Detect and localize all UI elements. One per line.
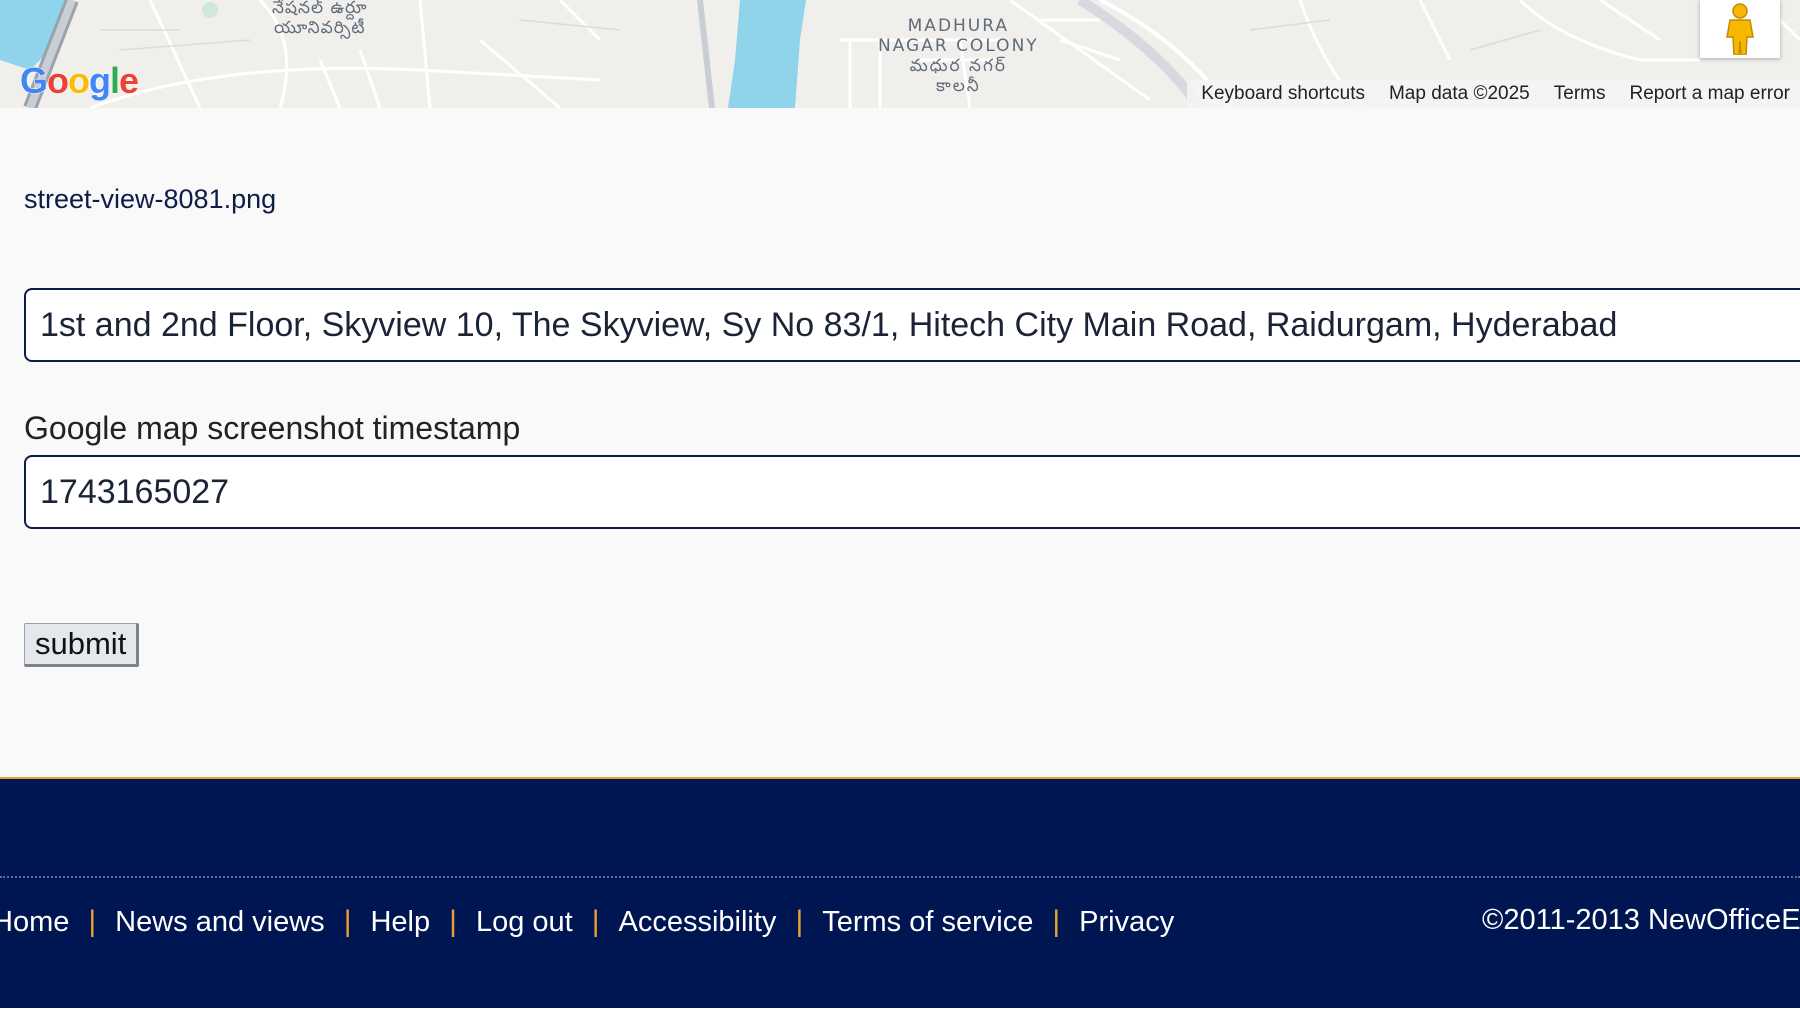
footer-link-privacy[interactable]: Privacy bbox=[1079, 906, 1174, 939]
map-label-line: MADHURA bbox=[907, 16, 1010, 36]
page: నేషనల్ ఉర్దూ యూనివర్సిటీ MADHURA NAGAR C… bbox=[0, 0, 1800, 1010]
map-label-madhura-nagar: MADHURA NAGAR COLONY మధుర నగర్ కాలనీ bbox=[878, 16, 1039, 96]
street-view-pegman-button[interactable] bbox=[1700, 0, 1780, 58]
report-map-error-link[interactable]: Report a map error bbox=[1629, 83, 1790, 105]
map-label-line: కాలనీ bbox=[935, 76, 981, 96]
footer-separator: | bbox=[88, 905, 97, 938]
footer-link-accessibility[interactable]: Accessibility bbox=[619, 906, 777, 939]
footer-separator: | bbox=[795, 905, 804, 938]
footer-link-terms[interactable]: Terms of service bbox=[822, 906, 1033, 939]
keyboard-shortcuts-link[interactable]: Keyboard shortcuts bbox=[1201, 83, 1365, 105]
timestamp-label: Google map screenshot timestamp bbox=[24, 410, 521, 446]
footer-separator: | bbox=[1052, 905, 1061, 938]
copyright-text: ©2011-2013 NewOfficeEurope bbox=[1482, 904, 1800, 936]
google-logo[interactable]: Google bbox=[19, 60, 139, 102]
map-terms-link[interactable]: Terms bbox=[1554, 83, 1606, 105]
file-name: street-view-8081.png bbox=[24, 184, 277, 214]
timestamp-input[interactable] bbox=[24, 455, 1800, 529]
site-footer: Home | News and views | Help | Log out |… bbox=[0, 777, 1800, 1010]
footer-link-home[interactable]: Home bbox=[0, 906, 69, 939]
footer-nav: Home | News and views | Help | Log out |… bbox=[0, 905, 1174, 939]
submit-button[interactable]: submit bbox=[24, 623, 140, 667]
form-area: street-view-8081.png Google map screensh… bbox=[0, 108, 1800, 777]
footer-separator: | bbox=[591, 905, 600, 938]
footer-separator: | bbox=[449, 905, 457, 938]
pegman-icon bbox=[1726, 3, 1754, 55]
footer-divider bbox=[0, 876, 1800, 878]
map-label-line: నేషనల్ ఉర్దూ bbox=[272, 0, 368, 18]
map-label-university: నేషనల్ ఉర్దూ యూనివర్సిటీ bbox=[272, 0, 367, 38]
footer-link-help[interactable]: Help bbox=[370, 906, 430, 939]
footer-link-logout[interactable]: Log out bbox=[476, 906, 573, 939]
map-label-line: యూనివర్సిటీ bbox=[273, 18, 366, 38]
map-view[interactable]: నేషనల్ ఉర్దూ యూనివర్సిటీ MADHURA NAGAR C… bbox=[0, 0, 1800, 108]
map-label-line: NAGAR COLONY bbox=[878, 36, 1039, 56]
address-input[interactable] bbox=[24, 288, 1800, 362]
footer-separator: | bbox=[343, 905, 352, 938]
map-data-attribution: Map data ©2025 bbox=[1388, 83, 1530, 104]
footer-link-news[interactable]: News and views bbox=[115, 906, 325, 939]
map-footer-bar: Keyboard shortcuts Map data ©2025 Terms … bbox=[1187, 80, 1800, 108]
map-label-line: మధుర నగర్ bbox=[909, 56, 1007, 76]
